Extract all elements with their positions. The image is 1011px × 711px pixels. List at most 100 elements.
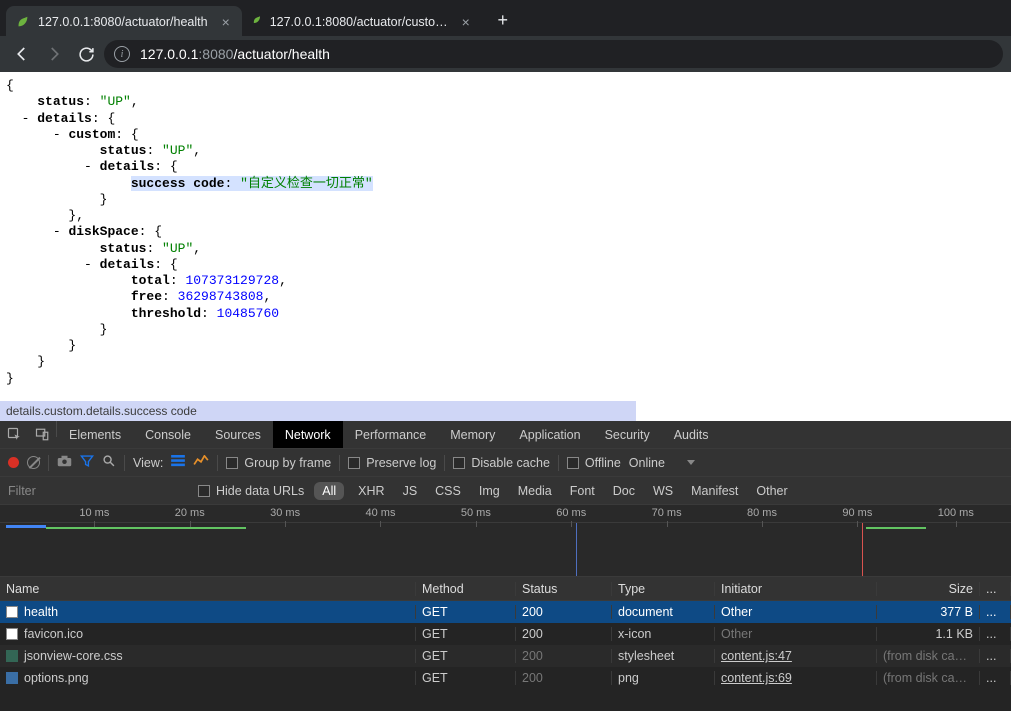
- filter-type-media[interactable]: Media: [514, 482, 556, 500]
- network-overview[interactable]: 10 ms 20 ms 30 ms 40 ms 50 ms 60 ms 70 ms 80 ms…: [0, 505, 1011, 577]
- separator: [124, 455, 125, 471]
- network-row[interactable]: favicon.icoGET200x-iconOther1.1 KB...: [0, 623, 1011, 645]
- separator: [48, 455, 49, 471]
- overview-tick: 10 ms: [79, 507, 109, 519]
- network-row[interactable]: jsonview-core.cssGET200stylesheetcontent…: [0, 645, 1011, 667]
- file-icon: [6, 650, 18, 662]
- col-type[interactable]: Type: [612, 582, 715, 596]
- json-path-bar: details.custom.details.success code: [0, 401, 636, 421]
- browser-tab-strip: 127.0.0.1:8080/actuator/health × 127.0.0…: [0, 0, 1011, 36]
- reload-button[interactable]: [72, 40, 100, 68]
- filter-type-img[interactable]: Img: [475, 482, 504, 500]
- filter-type-manifest[interactable]: Manifest: [687, 482, 742, 500]
- overview-tick: 100 ms: [938, 507, 974, 519]
- throttling-select[interactable]: Online: [629, 456, 695, 470]
- close-icon[interactable]: ×: [220, 14, 232, 30]
- overview-tick: 30 ms: [270, 507, 300, 519]
- col-waterfall-dots[interactable]: ...: [980, 582, 1011, 596]
- hide-data-urls-checkbox[interactable]: Hide data URLs: [198, 484, 304, 498]
- tab-title: 127.0.0.1:8080/actuator/health: [38, 15, 208, 29]
- address-bar[interactable]: i 127.0.0.1:8080/actuator/health: [104, 40, 1003, 68]
- site-info-icon[interactable]: i: [114, 46, 130, 62]
- devtools-panel: ElementsConsoleSourcesNetworkPerformance…: [0, 421, 1011, 711]
- json-viewer: { status: "UP", - details: { - custom: {…: [0, 72, 1011, 401]
- network-toolbar: View: Group by frame Preserve log Disabl…: [0, 449, 1011, 477]
- browser-toolbar: i 127.0.0.1:8080/actuator/health: [0, 36, 1011, 72]
- filter-icon[interactable]: [80, 454, 94, 471]
- overview-tick: 20 ms: [175, 507, 205, 519]
- separator: [558, 455, 559, 471]
- offline-checkbox[interactable]: Offline: [567, 456, 621, 470]
- overview-tick: 60 ms: [556, 507, 586, 519]
- devtools-tab-sources[interactable]: Sources: [203, 421, 273, 448]
- filter-type-all[interactable]: All: [314, 482, 344, 500]
- devtools-tab-performance[interactable]: Performance: [343, 421, 439, 448]
- devtools-tab-security[interactable]: Security: [593, 421, 662, 448]
- filter-type-xhr[interactable]: XHR: [354, 482, 388, 500]
- col-initiator[interactable]: Initiator: [715, 582, 877, 596]
- overview-tick: 50 ms: [461, 507, 491, 519]
- network-row[interactable]: healthGET200documentOther377 B...: [0, 601, 1011, 623]
- chevron-down-icon: [687, 460, 695, 465]
- file-icon: [6, 628, 18, 640]
- network-row[interactable]: options.pngGET200pngcontent.js:69(from d…: [0, 667, 1011, 689]
- filter-type-doc[interactable]: Doc: [609, 482, 639, 500]
- new-tab-button[interactable]: +: [490, 7, 516, 33]
- clear-button[interactable]: [27, 456, 40, 469]
- filter-input[interactable]: [8, 484, 188, 498]
- separator: [217, 455, 218, 471]
- filter-type-font[interactable]: Font: [566, 482, 599, 500]
- col-size[interactable]: Size: [877, 582, 980, 596]
- overview-tick: 70 ms: [652, 507, 682, 519]
- devtools-tab-audits[interactable]: Audits: [662, 421, 721, 448]
- collapse-toggle[interactable]: -: [84, 257, 92, 272]
- waterfall-overview-icon[interactable]: [193, 455, 209, 470]
- devtools-tab-console[interactable]: Console: [133, 421, 203, 448]
- back-button[interactable]: [8, 40, 36, 68]
- network-table: Name Method Status Type Initiator Size .…: [0, 577, 1011, 711]
- spring-leaf-icon: [16, 15, 30, 29]
- url-text: 127.0.0.1:8080/actuator/health: [140, 46, 330, 62]
- devtools-tab-bar: ElementsConsoleSourcesNetworkPerformance…: [0, 421, 1011, 449]
- group-by-frame-checkbox[interactable]: Group by frame: [226, 456, 331, 470]
- preserve-log-checkbox[interactable]: Preserve log: [348, 456, 436, 470]
- overview-tick: 40 ms: [366, 507, 396, 519]
- forward-button[interactable]: [40, 40, 68, 68]
- file-icon: [6, 672, 18, 684]
- collapse-toggle[interactable]: -: [22, 111, 30, 126]
- search-icon[interactable]: [102, 454, 116, 471]
- tab-title: 127.0.0.1:8080/actuator/custo…: [270, 15, 448, 29]
- col-name[interactable]: Name: [0, 582, 416, 596]
- filter-type-other[interactable]: Other: [752, 482, 791, 500]
- table-header: Name Method Status Type Initiator Size .…: [0, 577, 1011, 601]
- collapse-toggle[interactable]: -: [84, 159, 92, 174]
- spring-leaf-icon: [252, 15, 262, 29]
- overview-tick: 90 ms: [842, 507, 872, 519]
- collapse-toggle[interactable]: -: [53, 224, 61, 239]
- collapse-toggle[interactable]: -: [53, 127, 61, 142]
- view-label: View:: [133, 456, 163, 470]
- col-method[interactable]: Method: [416, 582, 516, 596]
- filter-type-css[interactable]: CSS: [431, 482, 465, 500]
- record-button[interactable]: [8, 457, 19, 468]
- disable-cache-checkbox[interactable]: Disable cache: [453, 456, 550, 470]
- browser-tab-1[interactable]: 127.0.0.1:8080/actuator/custo… ×: [242, 6, 482, 36]
- devtools-tab-network[interactable]: Network: [273, 421, 343, 448]
- devtools-tab-elements[interactable]: Elements: [57, 421, 133, 448]
- devtools-tab-memory[interactable]: Memory: [438, 421, 507, 448]
- capture-screenshots-icon[interactable]: [57, 455, 72, 470]
- file-icon: [6, 606, 18, 618]
- inspect-element-icon[interactable]: [0, 421, 28, 448]
- filter-type-ws[interactable]: WS: [649, 482, 677, 500]
- separator: [339, 455, 340, 471]
- col-status[interactable]: Status: [516, 582, 612, 596]
- separator: [444, 455, 445, 471]
- large-rows-icon[interactable]: [171, 455, 185, 470]
- filter-type-js[interactable]: JS: [399, 482, 422, 500]
- device-toggle-icon[interactable]: [28, 421, 56, 448]
- devtools-tab-application[interactable]: Application: [507, 421, 592, 448]
- network-filter-bar: Hide data URLs All XHR JS CSS Img Media Font Do…: [0, 477, 1011, 505]
- overview-tick: 80 ms: [747, 507, 777, 519]
- browser-tab-0[interactable]: 127.0.0.1:8080/actuator/health ×: [6, 6, 242, 36]
- close-icon[interactable]: ×: [460, 14, 472, 30]
